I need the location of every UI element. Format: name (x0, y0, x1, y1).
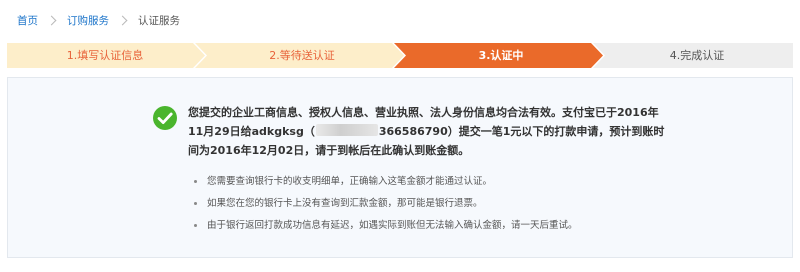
step-4-label: 4.完成认证 (669, 49, 725, 62)
breadcrumb-separator-icon (46, 15, 57, 25)
bullet-icon (194, 180, 197, 183)
step-1-label: 1.填写认证信息 (66, 49, 144, 62)
step-3-label: 3.认证中 (478, 49, 524, 62)
verification-status-panel: 您提交的企业工商信息、授权人信息、营业执照、法人身份信息均合法有效。支付宝已于2… (7, 77, 793, 258)
note-text: 由于银行返回打款成功信息有延迟，如遇实际到账但无法输入确认金额，请一天后重试。 (207, 220, 578, 231)
status-message: 您提交的企业工商信息、授权人信息、营业执照、法人身份信息均合法有效。支付宝已于2… (188, 103, 666, 160)
note-text: 如果您在您的银行卡上没有查询到汇款金额，那可能是银行退票。 (207, 198, 483, 209)
check-circle-bg (153, 106, 177, 130)
page: 首页 订购服务 认证服务 1.填写认证信息 2.等待送认证 3.认证中 4.完成… (0, 0, 800, 272)
breadcrumb-current: 认证服务 (138, 14, 180, 27)
note-item: 由于银行返回打款成功信息有延迟，如遇实际到账但无法输入确认金额，请一天后重试。 (194, 216, 578, 235)
note-item: 您需要查询银行卡的收支明细单，正确输入这笔金额才能通过认证。 (194, 172, 578, 191)
note-text: 您需要查询银行卡的收支明细单，正确输入这笔金额才能通过认证。 (207, 176, 493, 187)
bullet-icon (194, 202, 197, 205)
step-2-label: 2.等待送认证 (269, 49, 335, 62)
bullet-icon (194, 224, 197, 227)
masked-account-number (315, 124, 378, 136)
notes-list: 您需要查询银行卡的收支明细单，正确输入这笔金额才能通过认证。 如果您在您的银行卡… (194, 172, 578, 238)
progress-stepper: 1.填写认证信息 2.等待送认证 3.认证中 4.完成认证 (7, 43, 793, 68)
breadcrumb-home-link[interactable]: 首页 (17, 13, 38, 28)
breadcrumb-orders-link[interactable]: 订购服务 (67, 13, 109, 28)
breadcrumb-separator-icon (117, 15, 128, 25)
check-circle-icon (153, 106, 177, 130)
note-item: 如果您在您的银行卡上没有查询到汇款金额，那可能是银行退票。 (194, 194, 578, 213)
breadcrumb: 首页 订购服务 认证服务 (17, 12, 180, 28)
